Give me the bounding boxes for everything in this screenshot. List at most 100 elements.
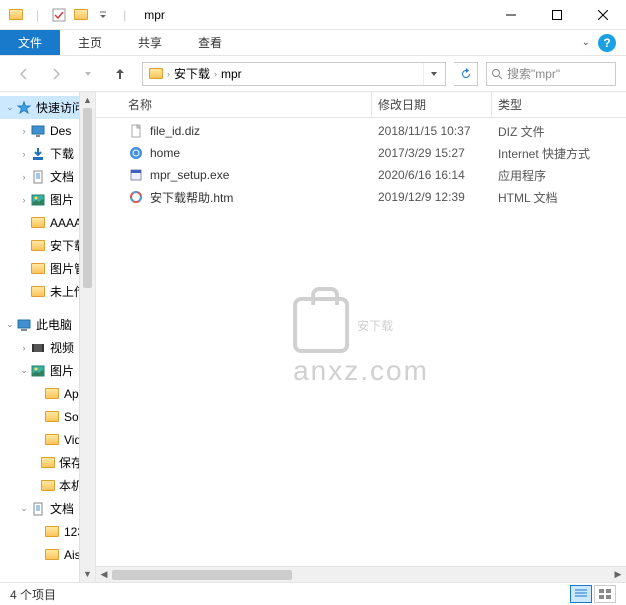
sidebar-item-label: 下载 <box>50 145 74 162</box>
window-title: mpr <box>144 8 165 22</box>
forward-button[interactable] <box>42 60 70 88</box>
horizontal-scrollbar[interactable]: ◀ ▶ <box>96 566 626 582</box>
sidebar-item-label: 图片 <box>50 362 74 379</box>
file-date-cell: 2017/3/29 15:27 <box>372 146 492 160</box>
file-row[interactable]: 安下载帮助.htm2019/12/9 12:39HTML 文档 <box>96 186 626 208</box>
folder-icon <box>40 455 55 471</box>
qat-dropdown-icon[interactable] <box>95 7 111 23</box>
scroll-left-icon[interactable]: ◀ <box>96 567 112 583</box>
ribbon-expand-icon[interactable]: ⌄ <box>582 37 590 48</box>
tree-chevron-icon[interactable]: ⌄ <box>18 365 30 376</box>
address-bar[interactable]: › 安下载 › mpr <box>142 62 446 86</box>
video-icon <box>30 340 46 356</box>
folder-icon <box>30 215 46 231</box>
picture-icon <box>30 363 46 379</box>
path-segment[interactable]: mpr <box>217 67 246 81</box>
file-date-cell: 2019/12/9 12:39 <box>372 190 492 204</box>
file-type-cell: HTML 文档 <box>492 189 612 206</box>
file-row[interactable]: mpr_setup.exe2020/6/16 16:14应用程序 <box>96 164 626 186</box>
tab-view[interactable]: 查看 <box>180 30 240 55</box>
separator: | <box>123 8 126 22</box>
tree-chevron-icon[interactable]: › <box>18 195 30 205</box>
file-name-cell: home <box>122 145 372 161</box>
scroll-thumb[interactable] <box>83 108 92 288</box>
link-icon <box>128 145 144 161</box>
window-controls <box>488 0 626 30</box>
file-row[interactable]: file_id.diz2018/11/15 10:37DIZ 文件 <box>96 120 626 142</box>
scroll-right-icon[interactable]: ▶ <box>610 567 626 583</box>
tree-chevron-icon[interactable]: › <box>18 149 30 159</box>
sidebar-item-label: 视频 <box>50 339 74 356</box>
folder-qat-icon[interactable] <box>73 7 89 23</box>
search-icon <box>491 68 503 80</box>
scroll-down-icon[interactable]: ▼ <box>80 566 95 582</box>
search-placeholder: 搜索"mpr" <box>507 65 560 82</box>
sidebar-item-label: 文档 <box>50 168 74 185</box>
file-list[interactable]: file_id.diz2018/11/15 10:37DIZ 文件home201… <box>96 118 626 566</box>
folder-icon <box>44 524 60 540</box>
statusbar: 4 个项目 <box>0 582 626 605</box>
search-input[interactable]: 搜索"mpr" <box>486 62 616 86</box>
sidebar-scrollbar[interactable]: ▲ ▼ <box>79 92 95 582</box>
ribbon-right: ⌄ ? <box>582 30 626 55</box>
path-segment[interactable]: 安下载 <box>170 65 214 82</box>
back-button[interactable] <box>10 60 38 88</box>
folder-icon <box>30 284 46 300</box>
watermark-url: anxz.com <box>293 355 429 387</box>
exe-icon <box>128 167 144 183</box>
view-switcher <box>570 585 616 603</box>
path-root-icon[interactable] <box>145 68 167 79</box>
scroll-up-icon[interactable]: ▲ <box>80 92 95 108</box>
tree-chevron-icon[interactable]: › <box>18 126 30 136</box>
minimize-button[interactable] <box>488 0 534 30</box>
separator: | <box>36 8 39 22</box>
sidebar-item-label: 图片 <box>50 191 74 208</box>
help-icon[interactable]: ? <box>598 34 616 52</box>
tab-share[interactable]: 共享 <box>120 30 180 55</box>
details-view-button[interactable] <box>570 585 592 603</box>
file-tab[interactable]: 文件 <box>0 30 60 55</box>
col-name[interactable]: 名称 <box>122 92 372 117</box>
tree-chevron-icon[interactable]: › <box>18 343 30 353</box>
icons-view-button[interactable] <box>594 585 616 603</box>
checkbox-icon[interactable] <box>51 7 67 23</box>
item-count: 4 个项目 <box>10 586 56 603</box>
folder-icon <box>8 7 24 23</box>
tab-home[interactable]: 主页 <box>60 30 120 55</box>
nav-bar: › 安下载 › mpr 搜索"mpr" <box>0 56 626 92</box>
desktop-icon <box>30 123 46 139</box>
file-icon <box>128 123 144 139</box>
col-date[interactable]: 修改日期 <box>372 92 492 117</box>
sidebar-item-label: Des <box>50 124 71 138</box>
document-icon <box>30 501 46 517</box>
folder-icon <box>40 478 55 494</box>
tree-chevron-icon[interactable]: ⌄ <box>4 319 16 330</box>
maximize-button[interactable] <box>534 0 580 30</box>
tree-chevron-icon[interactable]: ⌄ <box>4 102 16 113</box>
file-name-cell: mpr_setup.exe <box>122 167 372 183</box>
file-type-cell: 应用程序 <box>492 167 612 184</box>
recent-dropdown[interactable] <box>74 60 102 88</box>
refresh-button[interactable] <box>454 62 478 86</box>
watermark-text: 安下载 <box>357 317 393 334</box>
tree-chevron-icon[interactable]: › <box>18 172 30 182</box>
close-button[interactable] <box>580 0 626 30</box>
folder-icon <box>30 261 46 277</box>
tree-chevron-icon[interactable]: ⌄ <box>18 503 30 514</box>
file-name-cell: 安下载帮助.htm <box>122 189 372 206</box>
html-icon <box>128 189 144 205</box>
up-button[interactable] <box>106 60 134 88</box>
scroll-thumb[interactable] <box>112 570 292 580</box>
address-dropdown[interactable] <box>423 63 443 85</box>
picture-icon <box>30 192 46 208</box>
file-row[interactable]: home2017/3/29 15:27Internet 快捷方式 <box>96 142 626 164</box>
file-date-cell: 2018/11/15 10:37 <box>372 124 492 138</box>
folder-icon <box>44 409 60 425</box>
file-name-cell: file_id.diz <box>122 123 372 139</box>
file-type-cell: Internet 快捷方式 <box>492 145 612 162</box>
watermark: 安下载 anxz.com <box>293 297 429 387</box>
folder-icon <box>44 386 60 402</box>
titlebar: | | mpr <box>0 0 626 30</box>
pc-icon <box>16 317 32 333</box>
col-type[interactable]: 类型 <box>492 92 612 117</box>
